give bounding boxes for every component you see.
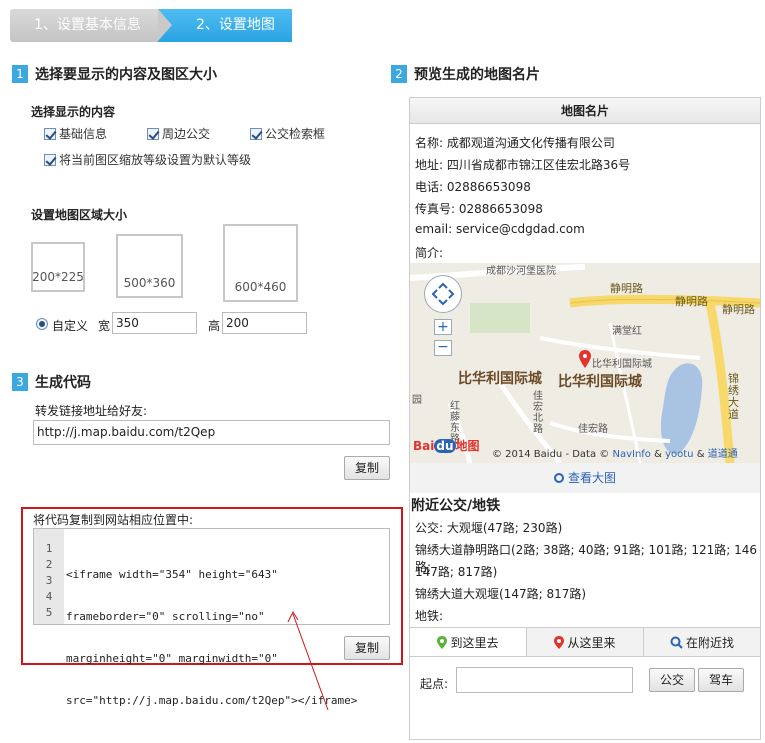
nearby-transit-title: 附近公交/地铁 <box>411 498 501 514</box>
green-pin-icon <box>437 635 448 649</box>
step-map-settings-tab[interactable]: 2、设置地图 <box>158 9 292 42</box>
bus-route-button[interactable]: 公交 <box>649 668 695 692</box>
card-header: 地图名片 <box>410 98 760 124</box>
bus-line-1: 公交: 大观堰(47路; 230路) <box>415 521 563 535</box>
map-label-road: 静明路 <box>610 282 643 295</box>
tab-nearby-search[interactable]: 在附近找 <box>644 628 760 656</box>
subway-line: 地铁: <box>415 609 444 623</box>
pan-arrows-icon <box>431 282 455 306</box>
height-input[interactable]: 200 <box>222 312 307 334</box>
card-address: 地址: 四川省成都市锦江区佳宏北路36号 <box>415 158 631 172</box>
step-tabs: 1、设置基本信息 2、设置地图 <box>10 9 292 42</box>
bus-line-3: 147路; 817路) <box>415 565 498 579</box>
share-link-label: 转发链接地址给好友: <box>35 404 148 418</box>
custom-size-radio[interactable] <box>36 318 48 330</box>
checkbox-nearby-bus[interactable]: 周边公交 <box>147 125 210 142</box>
bus-line-4: 锦绣大道大观堰(147路; 817路) <box>415 587 587 601</box>
card-fax: 传真号: 02886653098 <box>415 202 543 216</box>
map-label-road: 锦绣大道 <box>728 372 739 421</box>
share-link-input[interactable]: http://j.map.baidu.com/t2Qep <box>33 420 390 445</box>
line-number-gutter: 1 2 3 4 5 <box>34 529 64 624</box>
zoom-out-button[interactable]: − <box>434 340 452 356</box>
zoom-search-icon <box>553 473 564 483</box>
card-name: 名称: 成都观道沟通文化传播有限公司 <box>415 136 615 150</box>
content-subtitle: 选择显示的内容 <box>31 105 116 119</box>
card-intro: 简介: <box>415 246 444 260</box>
section-number: 1 <box>12 65 28 83</box>
custom-label: 自定义 <box>52 319 89 333</box>
map-copyright: © 2014 Baidu - Data © NavInfo & yootu & … <box>492 449 738 460</box>
tab-from-here[interactable]: 从这里来 <box>527 628 644 656</box>
section-1-title: 1 选择要显示的内容及图区大小 <box>12 64 217 84</box>
map-label-road: 静明路 <box>722 303 755 316</box>
size-option-500x360[interactable]: 500*360 <box>116 234 183 298</box>
map-card-preview: 地图名片 名称: 成都观道沟通文化传播有限公司 地址: 四川省成都市锦江区佳宏北… <box>409 97 761 740</box>
annotation-arrow <box>287 610 329 711</box>
map-label-mantang: 满堂红 <box>612 326 642 337</box>
height-label: 高 <box>208 319 221 333</box>
step-basic-info-tab[interactable]: 1、设置基本信息 <box>10 9 170 42</box>
map-label-road: 佳宏路 <box>578 424 608 435</box>
copy-link-button[interactable]: 复制 <box>344 456 390 480</box>
checkbox-bus-search[interactable]: 公交检索框 <box>250 125 325 142</box>
section-2-title: 2 预览生成的地图名片 <box>391 64 540 84</box>
map-view[interactable]: 成都沙河堡医院 静明路 静明路 静明路 满堂红 比华利国际城 比华利国际城 比华… <box>410 263 760 463</box>
red-pin-icon <box>554 635 565 649</box>
map-label-hospital: 成都沙河堡医院 <box>486 266 556 277</box>
view-large-map-link[interactable]: 查看大图 <box>410 463 760 493</box>
map-label-district: 比华利国际城 <box>458 371 542 387</box>
zoom-in-button[interactable]: + <box>434 319 452 335</box>
card-phone: 电话: 02886653098 <box>415 180 531 194</box>
step-arrow <box>158 9 172 41</box>
width-input[interactable]: 350 <box>112 312 197 334</box>
section-3-title: 3 生成代码 <box>12 372 91 392</box>
route-tabs: 到这里去 从这里来 在附近找 <box>410 627 760 657</box>
location-marker-icon[interactable] <box>579 350 591 368</box>
checkbox-basic-info[interactable]: 基础信息 <box>44 125 107 142</box>
card-email: email: service@cdgdad.com <box>415 222 585 236</box>
map-pan-control[interactable] <box>424 275 462 313</box>
map-label-road: 佳宏北路 <box>533 391 543 435</box>
map-label-yuan: 园 <box>412 395 422 406</box>
map-label-road: 静明路 <box>675 295 708 308</box>
copy-code-button[interactable]: 复制 <box>344 636 390 660</box>
start-input[interactable] <box>456 667 633 693</box>
tab-go-here[interactable]: 到这里去 <box>410 628 527 656</box>
section-title-text: 选择要显示的内容及图区大小 <box>35 67 217 83</box>
map-label-district: 比华利国际城 <box>558 374 642 390</box>
size-subtitle: 设置地图区域大小 <box>31 208 128 222</box>
start-label: 起点: <box>420 677 449 691</box>
search-icon <box>670 636 683 649</box>
drive-route-button[interactable]: 驾车 <box>698 668 744 692</box>
code-label: 将代码复制到网站相应位置中: <box>33 513 194 527</box>
baidu-map-logo: Bai du 地图 <box>413 439 480 453</box>
size-option-200x225[interactable]: 200*225 <box>31 242 85 292</box>
checkbox-default-zoom[interactable]: 将当前图区缩放等级设置为默认等级 <box>44 151 251 168</box>
width-label: 宽 <box>98 319 111 333</box>
size-option-600x460[interactable]: 600*460 <box>223 224 298 302</box>
map-label-poi: 比华利国际城 <box>592 359 652 370</box>
